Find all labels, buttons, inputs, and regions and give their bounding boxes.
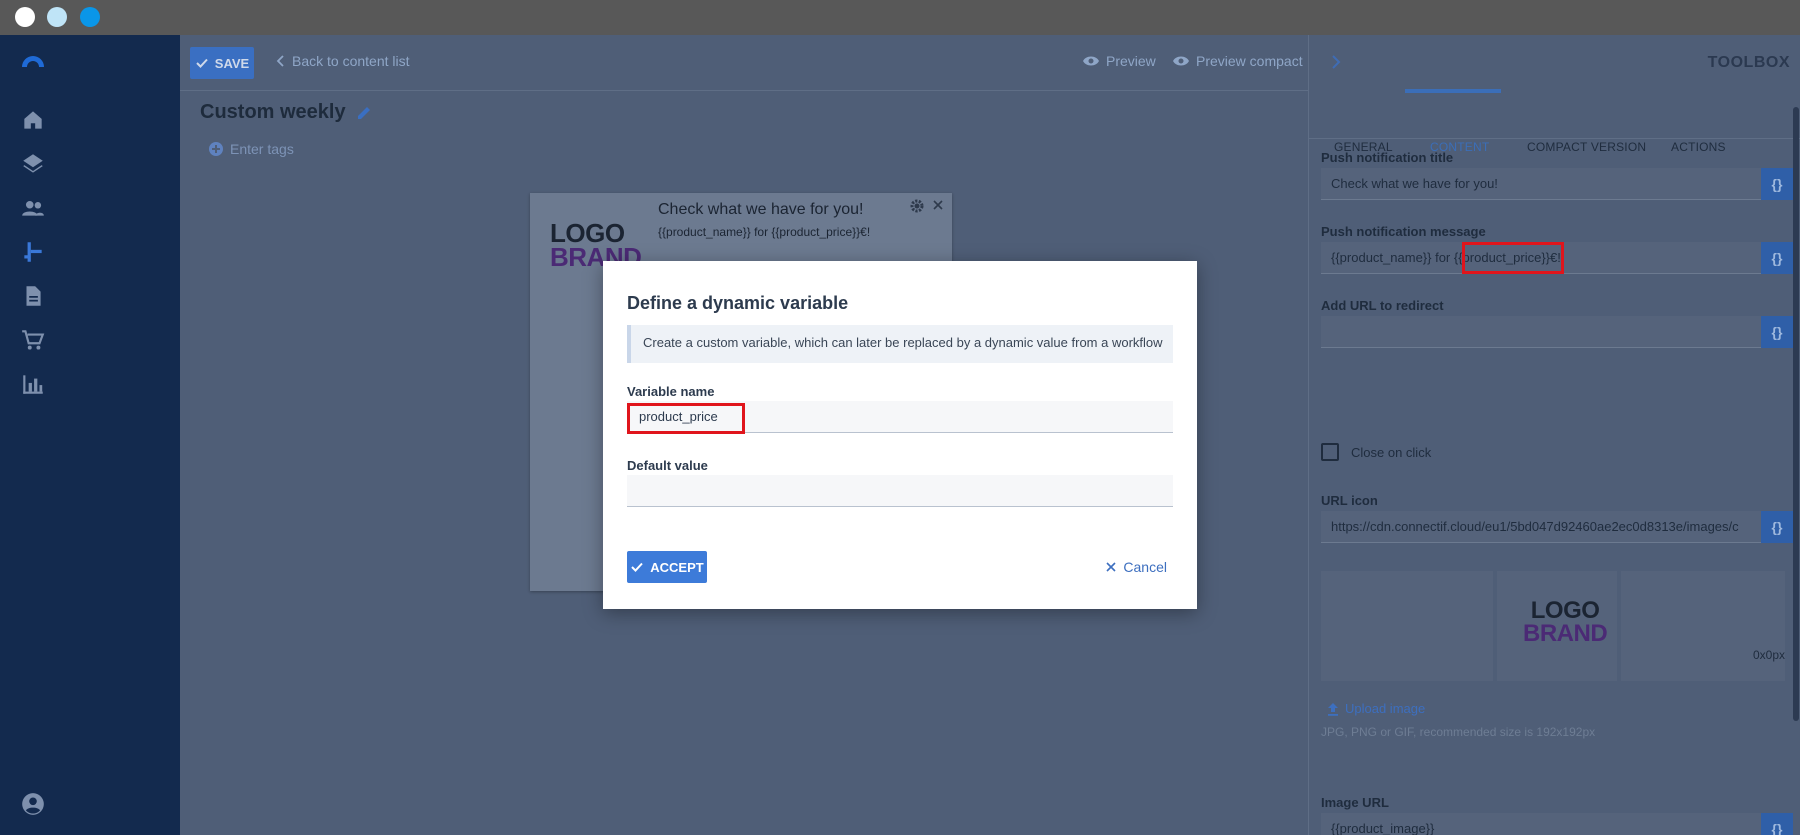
save-button[interactable]: SAVE (190, 47, 254, 79)
insert-variable-button[interactable]: {} (1761, 168, 1793, 200)
card-tools (910, 199, 944, 213)
contacts-icon[interactable] (20, 195, 46, 221)
variable-name-input[interactable] (627, 401, 1173, 433)
insert-variable-button[interactable]: {} (1761, 242, 1793, 274)
page-title: Custom weekly (200, 101, 372, 124)
reports-icon[interactable] (20, 371, 46, 397)
cancel-label: Cancel (1123, 559, 1167, 575)
store-icon[interactable] (20, 327, 46, 353)
logo-line2: BRAND (1523, 620, 1608, 647)
brand-logo: LOGO BRAND (1523, 597, 1608, 647)
save-label: SAVE (214, 55, 250, 71)
chevron-left-icon (276, 55, 286, 67)
insert-variable-button[interactable]: {} (1761, 813, 1793, 835)
toolbox-title: TOOLBOX (1707, 54, 1790, 71)
close-icon[interactable] (932, 199, 944, 213)
cancel-button[interactable]: Cancel (1105, 559, 1167, 575)
close-icon (1105, 561, 1117, 573)
preview-link[interactable]: Preview (1082, 53, 1156, 69)
url-icon-label: URL icon (1321, 493, 1378, 508)
accept-button[interactable]: ACCEPT (627, 551, 707, 583)
eye-icon (1172, 55, 1190, 67)
upload-hint: JPG, PNG or GIF, recommended size is 192… (1321, 725, 1596, 739)
window-minimize-dot[interactable] (47, 7, 67, 27)
toolbox-panel: TOOLBOX GENERAL CONTENT COMPACT VERSION … (1308, 35, 1800, 835)
app-logo-icon[interactable] (20, 49, 46, 75)
image-size: 0x0px (1752, 648, 1785, 662)
back-link-label: Back to content list (292, 53, 410, 69)
preview-label: Preview (1106, 53, 1156, 69)
push-title-field[interactable]: Check what we have for you! (1321, 168, 1761, 200)
dialog-title: Define a dynamic variable (627, 293, 849, 313)
add-circle-icon (208, 141, 224, 157)
image-url-field[interactable]: {{product_image}} (1321, 813, 1761, 835)
upload-image-link[interactable]: Upload image (1327, 701, 1425, 716)
image-preview-cell (1321, 571, 1493, 681)
redirect-url-field[interactable] (1321, 316, 1761, 348)
upload-image-label: Upload image (1345, 701, 1426, 716)
notification-title: Check what we have for you! (658, 201, 864, 218)
default-value-label: Default value (627, 458, 708, 473)
workflow-icon[interactable] (20, 239, 46, 265)
accept-label: ACCEPT (650, 559, 704, 575)
check-icon (195, 56, 209, 70)
insert-variable-button[interactable]: {} (1761, 316, 1793, 348)
insert-variable-button[interactable]: {} (1761, 511, 1793, 543)
eye-icon (1082, 55, 1100, 67)
enter-tags-label: Enter tags (230, 141, 294, 157)
image-url-label: Image URL (1321, 795, 1389, 810)
dialog-info-box: Create a custom variable, which can late… (627, 325, 1173, 363)
account-icon[interactable] (20, 791, 46, 817)
icon-image-preview: LOGO BRAND 0x0px (1321, 571, 1785, 681)
image-preview-cell (1621, 571, 1785, 681)
enter-tags-link[interactable]: Enter tags (208, 141, 294, 157)
content-icon[interactable] (20, 283, 46, 309)
chevron-right-icon[interactable] (1331, 55, 1341, 69)
logo-line1: LOGO (1530, 597, 1600, 624)
preview-compact-label: Preview compact (1196, 53, 1303, 69)
define-variable-dialog: Define a dynamic variable Create a custo… (603, 261, 1197, 609)
default-value-input[interactable] (627, 475, 1173, 507)
push-message-field[interactable]: {{product_name}} for {{product_price}}€! (1321, 242, 1761, 274)
page-title-text: Custom weekly (200, 101, 346, 123)
back-to-content-list-link[interactable]: Back to content list (276, 53, 410, 69)
window-titlebar (0, 0, 1800, 35)
redirect-url-label: Add URL to redirect (1321, 298, 1444, 313)
pencil-icon[interactable] (356, 105, 372, 121)
close-on-click-checkbox[interactable] (1321, 443, 1339, 461)
push-title-label: Push notification title (1321, 150, 1454, 165)
upload-icon (1327, 702, 1339, 716)
toolbox-scrollbar[interactable] (1793, 107, 1799, 721)
variable-name-label: Variable name (627, 384, 715, 399)
left-nav (0, 35, 180, 835)
preview-compact-link[interactable]: Preview compact (1172, 53, 1303, 69)
tab-compact-version[interactable]: COMPACT VERSION (1527, 140, 1646, 154)
gear-icon[interactable] (910, 199, 924, 213)
layers-icon[interactable] (20, 151, 46, 177)
url-icon-field[interactable]: https://cdn.connectif.cloud/eu1/5bd047d9… (1321, 511, 1761, 543)
home-icon[interactable] (20, 107, 46, 133)
editor-topbar: SAVE Back to content list Preview Previe… (180, 35, 1308, 91)
tab-actions[interactable]: ACTIONS (1671, 140, 1726, 154)
close-on-click-label: Close on click (1351, 445, 1432, 460)
window-maximize-dot[interactable] (80, 7, 100, 27)
window-close-dot[interactable] (15, 7, 35, 27)
push-message-label: Push notification message (1321, 224, 1486, 239)
notification-message: {{product_name}} for {{product_price}}€! (658, 225, 871, 239)
toolbox-tabs: GENERAL CONTENT COMPACT VERSION ACTIONS (1309, 91, 1800, 154)
check-icon (630, 560, 644, 574)
